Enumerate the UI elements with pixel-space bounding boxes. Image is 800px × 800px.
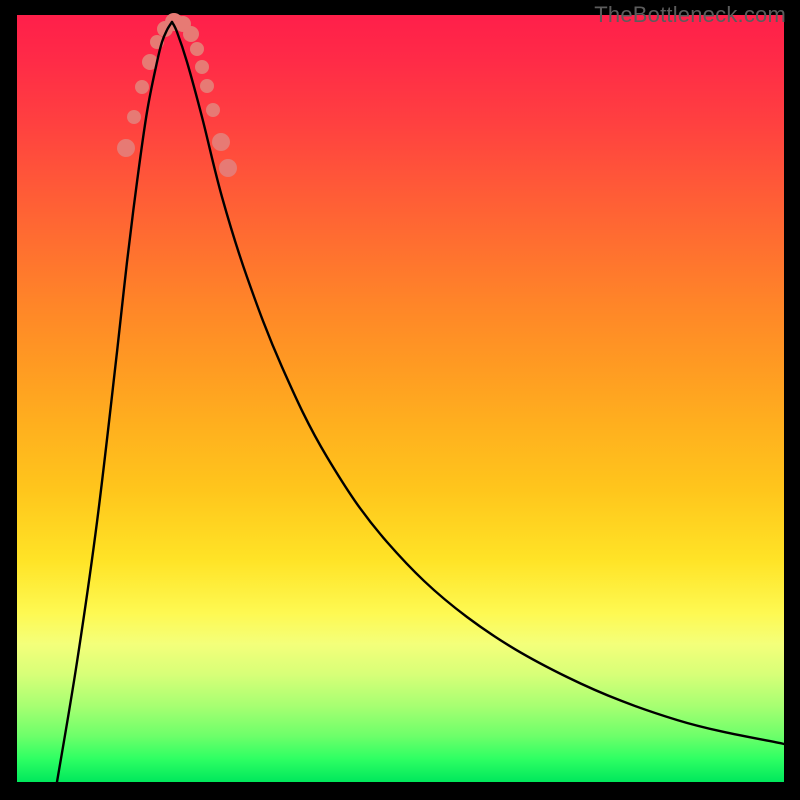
data-marker <box>206 103 220 117</box>
data-marker <box>212 133 230 151</box>
series-right-arm <box>172 22 784 744</box>
watermark-text: TheBottleneck.com <box>594 2 786 28</box>
data-marker <box>190 42 204 56</box>
curve-layer <box>17 15 784 782</box>
data-marker <box>183 26 199 42</box>
chart-frame: TheBottleneck.com <box>0 0 800 800</box>
data-marker <box>200 79 214 93</box>
data-markers <box>117 13 237 177</box>
data-marker <box>117 139 135 157</box>
data-marker <box>135 80 149 94</box>
data-marker <box>219 159 237 177</box>
plot-area <box>17 15 784 782</box>
data-marker <box>127 110 141 124</box>
series-left-arm <box>57 22 172 782</box>
data-marker <box>195 60 209 74</box>
